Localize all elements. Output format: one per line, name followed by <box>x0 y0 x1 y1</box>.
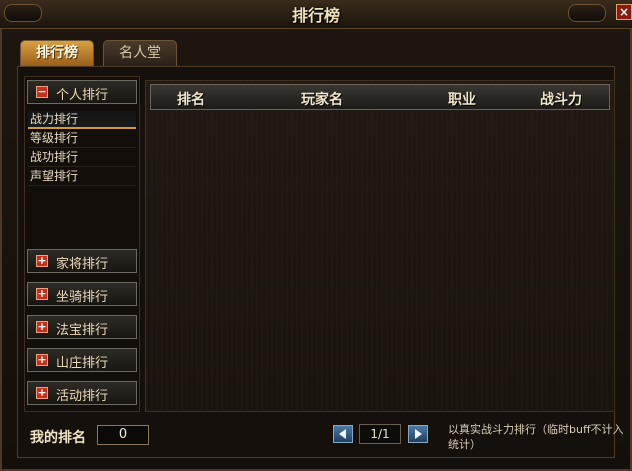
ranking-note: 以真实战斗力排行（临时buff不计入统计） <box>448 423 624 451</box>
plus-icon: + <box>36 353 48 366</box>
sub-item-level-ranking[interactable]: 等级排行 <box>28 130 136 148</box>
window-title: 排行榜 <box>291 6 340 25</box>
title-bar: 排行榜 × <box>0 0 632 29</box>
arrow-right-icon <box>415 429 422 439</box>
plus-icon: + <box>36 386 48 399</box>
ranking-table <box>145 80 615 412</box>
category-label: 法宝排行 <box>56 323 109 338</box>
category-event-ranking[interactable]: + 活动排行 <box>27 381 137 405</box>
column-combat-power: 战斗力 <box>540 92 582 108</box>
column-rank: 排名 <box>177 92 205 108</box>
title-ornament-right <box>568 4 606 22</box>
plus-icon: + <box>36 320 48 333</box>
category-retainer-ranking[interactable]: + 家将排行 <box>27 249 137 273</box>
category-manor-ranking[interactable]: + 山庄排行 <box>27 348 137 372</box>
plus-icon: + <box>36 254 48 267</box>
tab-ranking[interactable]: 排行榜 <box>20 40 94 66</box>
category-label: 山庄排行 <box>56 356 109 371</box>
column-player-name: 玩家名 <box>301 92 343 108</box>
category-personal-ranking[interactable]: − 个人排行 <box>27 80 137 104</box>
tab-hall-of-fame[interactable]: 名人堂 <box>103 40 177 66</box>
sub-item-reputation-ranking[interactable]: 声望排行 <box>28 168 136 186</box>
category-label: 家将排行 <box>56 257 109 272</box>
plus-icon: + <box>36 287 48 300</box>
sub-item-power-ranking[interactable]: 战力排行 <box>28 111 136 129</box>
next-page-button[interactable] <box>408 425 428 443</box>
minus-icon: − <box>36 85 48 98</box>
category-label: 个人排行 <box>56 88 109 103</box>
column-class: 职业 <box>448 92 476 108</box>
table-header: 排名 玩家名 职业 战斗力 <box>150 84 610 110</box>
sub-item-merit-ranking[interactable]: 战功排行 <box>28 149 136 167</box>
category-mount-ranking[interactable]: + 坐骑排行 <box>27 282 137 306</box>
category-label: 活动排行 <box>56 389 109 404</box>
category-label: 坐骑排行 <box>56 290 109 305</box>
category-treasure-ranking[interactable]: + 法宝排行 <box>27 315 137 339</box>
my-rank-value: 0 <box>97 425 149 445</box>
page-indicator: 1/1 <box>359 424 401 444</box>
my-rank-label: 我的排名 <box>30 430 86 446</box>
close-button[interactable]: × <box>616 4 632 20</box>
arrow-left-icon <box>339 429 346 439</box>
previous-page-button[interactable] <box>333 425 353 443</box>
